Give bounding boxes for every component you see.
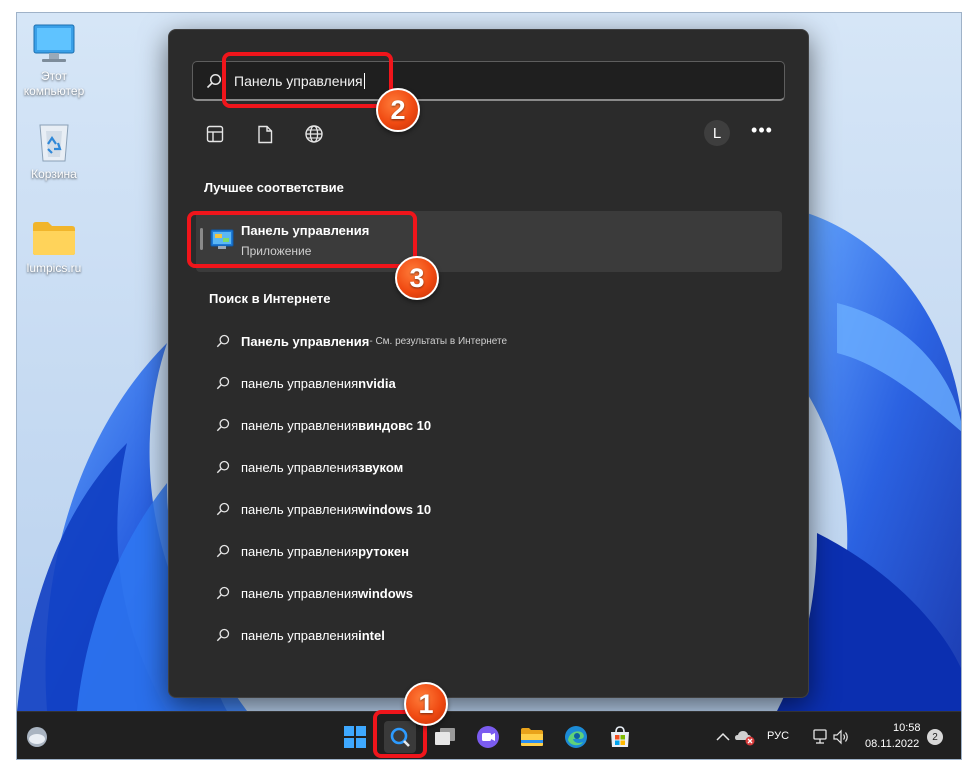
web-result-prefix: панель управления [241,543,359,559]
desktop-icon-this-pc[interactable]: Этот компьютер [17,23,91,99]
search-icon [214,542,232,560]
apps-filter-button[interactable] [201,120,229,148]
web-result-suffix: рутокен [358,543,410,559]
search-icon [214,416,232,434]
web-result-suffix: windows [358,585,414,601]
callout-number: 3 [409,262,425,293]
computer-icon [33,24,75,62]
weather-cloud-icon [27,727,47,747]
notification-badge[interactable]: 2 [927,729,943,745]
web-result-item[interactable]: панель управления intel [214,622,385,648]
file-explorer-button[interactable] [516,721,548,753]
task-view-icon [435,728,455,745]
volume-control[interactable] [825,721,857,753]
highlight-search-input [222,52,393,108]
callout-number: 2 [390,94,406,125]
web-result-item[interactable]: панель управления nvidia [214,370,396,396]
web-result-prefix: панель управления [241,417,359,433]
search-icon [214,500,232,518]
search-icon [206,73,222,94]
search-panel: Панель управления L ••• Лучшее соответст… [168,29,809,698]
callout-badge-2: 2 [376,88,420,132]
search-icon [214,626,232,644]
search-icon [214,332,232,350]
web-result-prefix: панель управления [241,375,359,391]
callout-badge-1: 1 [404,682,448,726]
web-result-hint: - См. результаты в Интернете [369,335,508,347]
clock-date[interactable]: 08.11.2022 [865,738,919,750]
onedrive-error-icon [735,731,755,746]
web-result-item[interactable]: Панель управления - См. результаты в Инт… [214,328,507,354]
web-result-prefix: панель управления [241,585,359,601]
desktop-icon-label: Корзина [31,167,77,181]
apps-filter-icon [206,125,224,143]
chat-button[interactable] [472,721,504,753]
start-button[interactable] [339,721,371,753]
web-result-item[interactable]: панель управления windows 10 [214,496,431,522]
best-match-heading: Лучшее соответствие [204,180,344,195]
desktop-icon-label: Этот компьютер [23,69,85,98]
user-avatar[interactable]: L [704,120,730,146]
store-button[interactable] [604,721,636,753]
desktop-icon-label: lumpics.ru [26,261,82,275]
web-search-heading: Поиск в Интернете [209,291,331,306]
web-result-item[interactable]: панель управления звуком [214,454,403,480]
folder-icon [33,222,75,255]
web-result-prefix: панель управления [241,627,359,643]
edge-button[interactable] [560,721,592,753]
start-icon [344,726,366,748]
web-result-suffix: nvidia [358,375,396,391]
search-icon [214,584,232,602]
weather-widget[interactable] [21,721,53,753]
callout-number: 1 [418,688,434,719]
highlight-best-match [187,211,417,268]
recycle-bin-icon [39,124,69,162]
web-result-prefix: Панель управления [241,333,370,349]
web-result-suffix: звуком [358,459,404,475]
web-result-prefix: панель управления [241,501,359,517]
user-initial: L [712,124,722,142]
callout-badge-3: 3 [395,256,439,300]
desktop-icon-folder[interactable]: lumpics.ru [17,219,91,276]
chevron-up-icon [716,732,730,741]
search-icon [214,374,232,392]
store-icon [611,726,629,747]
onedrive-status[interactable] [729,721,761,753]
web-result-item[interactable]: панель управления виндовс 10 [214,412,431,438]
web-result-item[interactable]: панель управления рутокен [214,538,409,564]
file-explorer-icon [521,728,543,746]
web-result-suffix: виндовс 10 [358,417,432,433]
documents-filter-icon [258,125,273,143]
clock-time[interactable]: 10:58 [893,722,921,734]
edge-icon [565,726,587,748]
language-indicator[interactable]: РУС [767,730,789,742]
web-filter-icon [305,125,323,143]
search-icon [214,458,232,476]
web-result-prefix: панель управления [241,459,359,475]
desktop-icon-recycle-bin[interactable]: Корзина [17,119,91,182]
taskbar: РУС 10:58 08.11.2022 2 [17,711,961,759]
volume-icon [833,729,848,745]
web-result-suffix: intel [358,627,385,643]
web-result-suffix: windows 10 [358,501,432,517]
notification-count: 2 [932,731,938,743]
task-view-button[interactable] [429,721,461,753]
more-icon: ••• [751,120,773,140]
documents-filter-button[interactable] [251,120,279,148]
web-filter-button[interactable] [300,120,328,148]
desktop-screen: Этот компьютер Корзина lumpics.ru Панель… [16,12,962,760]
more-options-button[interactable]: ••• [749,120,775,146]
web-result-item[interactable]: панель управления windows [214,580,413,606]
chat-icon [477,726,499,748]
